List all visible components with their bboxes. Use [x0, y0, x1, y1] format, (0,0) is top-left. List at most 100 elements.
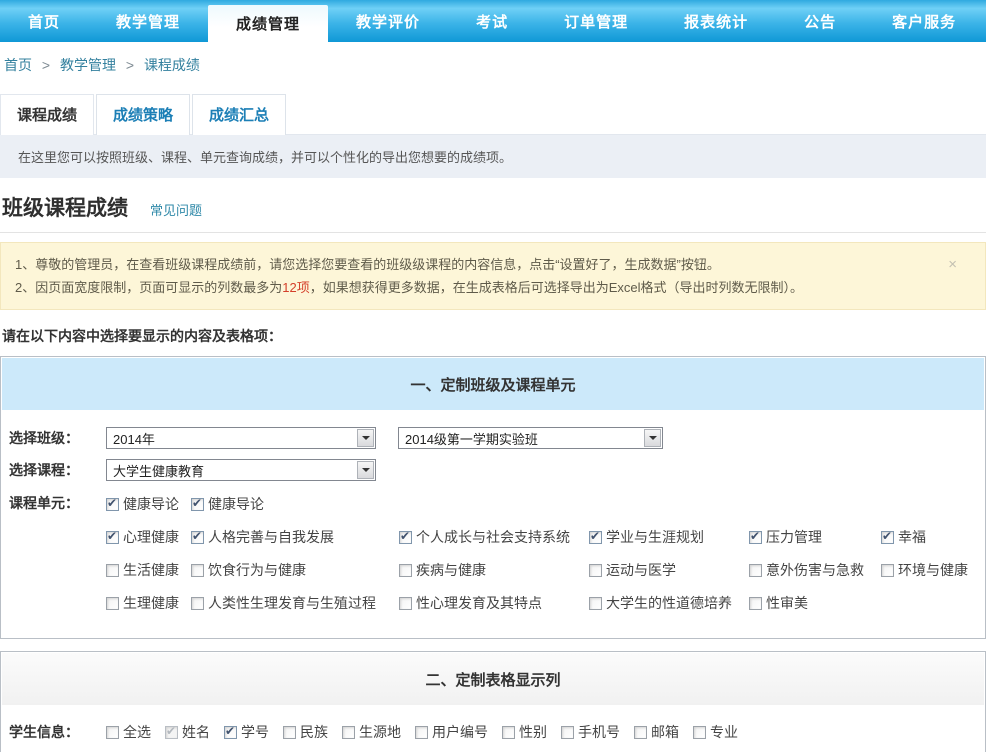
- breadcrumb-separator: >: [125, 57, 135, 73]
- checkbox[interactable]: 邮箱: [634, 722, 679, 742]
- checkbox[interactable]: 性别: [502, 722, 547, 742]
- checkbox-label: 生活健康: [123, 562, 179, 578]
- class-year-select[interactable]: 2014年: [106, 427, 376, 449]
- checkbox-label: 性别: [519, 724, 547, 740]
- page-header: 班级课程成绩 常见问题: [0, 178, 986, 233]
- course-select[interactable]: 大学生健康教育: [106, 459, 376, 481]
- breadcrumb-separator: >: [41, 57, 51, 73]
- sub-tab[interactable]: 成绩汇总: [192, 94, 287, 135]
- nav-item[interactable]: 报表统计: [656, 0, 776, 42]
- checkbox[interactable]: 人格完善与自我发展: [191, 527, 399, 547]
- class-name-select[interactable]: 2014级第一学期实验班: [398, 427, 663, 449]
- checkbox[interactable]: 个人成长与社会支持系统: [399, 527, 589, 547]
- student-info-label: 学生信息：: [9, 724, 79, 740]
- nav-item-label: 首页: [28, 13, 61, 31]
- checkbox[interactable]: 用户编号: [415, 722, 488, 742]
- checkbox-icon: [165, 724, 178, 739]
- course-units-row: 课程单元： 健康导论 健康导论 心理健康 人格完善与自我发展 个人成长与社会支持…: [9, 491, 977, 626]
- nav-item[interactable]: 成绩管理: [208, 5, 329, 42]
- nav-item-label: 客户服务: [892, 13, 957, 31]
- checkbox[interactable]: 生源地: [342, 722, 401, 742]
- section-1-body: 选择班级： 2014年 2014级第一学期实验班 选择课程： 大学生健康教育 课…: [1, 411, 985, 638]
- unit-row-2: 心理健康 人格完善与自我发展 个人成长与社会支持系统 学业与生涯规划 压力管理 …: [106, 527, 977, 547]
- unit-row-3: 生活健康 饮食行为与健康 疾病与健康 运动与医学 意外伤害与急救 环境与健康: [106, 560, 977, 580]
- checkbox-icon: [191, 596, 204, 610]
- checkbox-icon: [342, 725, 355, 739]
- checkbox[interactable]: 全选: [106, 722, 151, 742]
- class-select-row: 选择班级： 2014年 2014级第一学期实验班: [9, 427, 977, 449]
- checkbox[interactable]: 学业与生涯规划: [589, 527, 749, 547]
- checkbox-label: 心理健康: [123, 529, 179, 545]
- checkbox[interactable]: 心理健康: [106, 527, 191, 547]
- checkbox[interactable]: 专业: [693, 722, 738, 742]
- checkbox-icon: [561, 725, 574, 739]
- student-info-row: 学生信息： 全选 姓名 学号 民族 生源地 用户编号 性别 手机号 邮箱 专业: [9, 722, 977, 742]
- nav-item[interactable]: 教学评价: [328, 0, 448, 42]
- checkbox[interactable]: 幸福: [881, 527, 977, 547]
- checkbox[interactable]: 性心理发育及其特点: [399, 593, 589, 613]
- checkbox[interactable]: 意外伤害与急救: [749, 560, 881, 580]
- sub-tabs: 课程成绩 成绩策略 成绩汇总: [0, 93, 986, 135]
- nav-item[interactable]: 首页: [0, 0, 88, 42]
- checkbox[interactable]: 人类性生理发育与生殖过程: [191, 593, 399, 613]
- checkbox[interactable]: 疾病与健康: [399, 560, 589, 580]
- checkbox-icon: [283, 725, 296, 739]
- nav-item[interactable]: 公告: [776, 0, 864, 42]
- nav-item[interactable]: 考试: [448, 0, 536, 42]
- checkbox[interactable]: 健康导论: [106, 494, 191, 514]
- checkbox-icon: [399, 529, 412, 544]
- checkbox[interactable]: 学号: [224, 722, 269, 742]
- checkbox[interactable]: 健康导论: [191, 494, 399, 514]
- notice-line-1: 1、尊敬的管理员，在查看班级课程成绩前，请您选择您要查看的班级级课程的内容信息，…: [15, 253, 945, 276]
- checkbox[interactable]: 生理健康: [106, 593, 191, 613]
- checkbox-label: 环境与健康: [898, 562, 968, 578]
- checkbox-icon: [106, 563, 119, 577]
- close-icon[interactable]: ×: [948, 257, 957, 272]
- checkbox-icon: [589, 596, 602, 610]
- checkbox[interactable]: 大学生的性道德培养: [589, 593, 749, 613]
- checkbox-icon: [693, 725, 706, 739]
- checkbox[interactable]: 饮食行为与健康: [191, 560, 399, 580]
- nav-item[interactable]: 订单管理: [536, 0, 656, 42]
- checkbox-label: 邮箱: [651, 724, 679, 740]
- checkbox[interactable]: 压力管理: [749, 527, 881, 547]
- checkbox-label: 生源地: [359, 724, 401, 740]
- checkbox-label: 大学生的性道德培养: [606, 595, 732, 611]
- sub-tab[interactable]: 课程成绩: [0, 94, 95, 135]
- nav-item[interactable]: 教学管理: [88, 0, 208, 42]
- breadcrumb-item: > 教学管理: [36, 57, 120, 73]
- sub-tab-label: 课程成绩: [17, 107, 78, 124]
- breadcrumb-link[interactable]: 首页: [4, 57, 32, 73]
- checkbox[interactable]: 环境与健康: [881, 560, 977, 580]
- checkbox[interactable]: 民族: [283, 722, 328, 742]
- checkbox[interactable]: 运动与医学: [589, 560, 749, 580]
- nav-item-label: 教学评价: [356, 13, 421, 31]
- notice-box: 1、尊敬的管理员，在查看班级课程成绩前，请您选择您要查看的班级级课程的内容信息，…: [0, 242, 986, 310]
- checkbox-label: 压力管理: [766, 529, 822, 545]
- faq-link[interactable]: 常见问题: [150, 200, 202, 219]
- section-2-title: 二、定制表格显示列: [2, 653, 984, 705]
- section-1-title: 一、定制班级及课程单元: [2, 358, 984, 410]
- class-year-value: 2014年: [113, 431, 155, 447]
- checkbox-icon: [191, 529, 204, 544]
- checkbox-icon: [106, 529, 119, 544]
- checkbox[interactable]: 生活健康: [106, 560, 191, 580]
- notice-line-1-text: 1、尊敬的管理员，在查看班级课程成绩前，请您选择您要查看的班级级课程的内容信息，…: [15, 257, 720, 272]
- sub-tab[interactable]: 成绩策略: [96, 94, 191, 135]
- checkbox-icon: [634, 725, 647, 739]
- checkbox-icon: [881, 563, 894, 577]
- checkbox[interactable]: 性审美: [749, 593, 881, 613]
- checkbox-icon: [749, 596, 762, 610]
- checkbox[interactable]: 姓名: [165, 722, 210, 742]
- checkbox-label: 饮食行为与健康: [208, 562, 306, 578]
- breadcrumb-link[interactable]: 教学管理: [60, 57, 116, 73]
- checkbox-icon: [589, 563, 602, 577]
- checkbox-icon: [502, 725, 515, 739]
- nav-item[interactable]: 客户服务: [864, 0, 984, 42]
- course-select-row: 选择课程： 大学生健康教育: [9, 459, 977, 481]
- checkbox[interactable]: 手机号: [561, 722, 620, 742]
- checkbox-label: 幸福: [898, 529, 926, 545]
- checkbox-label: 意外伤害与急救: [766, 562, 864, 578]
- breadcrumb-link[interactable]: 课程成绩: [144, 57, 200, 73]
- nav-item-label: 成绩管理: [236, 16, 301, 33]
